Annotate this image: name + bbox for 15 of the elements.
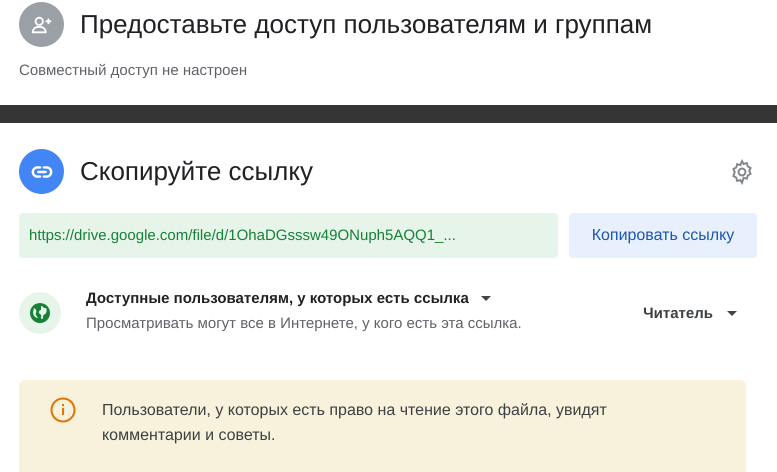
copy-link-button[interactable]: Копировать ссылку	[569, 213, 757, 258]
section-title: Скопируйте ссылку	[80, 156, 314, 187]
settings-icon[interactable]	[729, 158, 755, 184]
link-icon	[19, 149, 64, 194]
sharing-status: Совместный доступ не настроен	[19, 62, 248, 79]
section-title: Предоставьте доступ пользователям и группам	[80, 9, 654, 40]
access-description: Просматривать могут все в Интернете, у кого есть эта ссылка.	[86, 314, 523, 334]
caret-icon	[727, 310, 737, 316]
caret-icon	[480, 296, 491, 301]
notice-text: Пользователи, у которых есть право на чтение этого файла, увидят комментарии и советы.	[102, 401, 608, 446]
access-dropdown[interactable]: Доступные пользователям, у которых есть ссылка	[86, 290, 491, 307]
info-icon	[50, 397, 76, 423]
globe-icon	[19, 292, 61, 334]
role-dropdown[interactable]: Читатель	[643, 304, 737, 322]
link-field[interactable]: https://drive.google.com/file/d/1OhaDGsssw49ONuph5AQQ1_...	[19, 213, 558, 258]
